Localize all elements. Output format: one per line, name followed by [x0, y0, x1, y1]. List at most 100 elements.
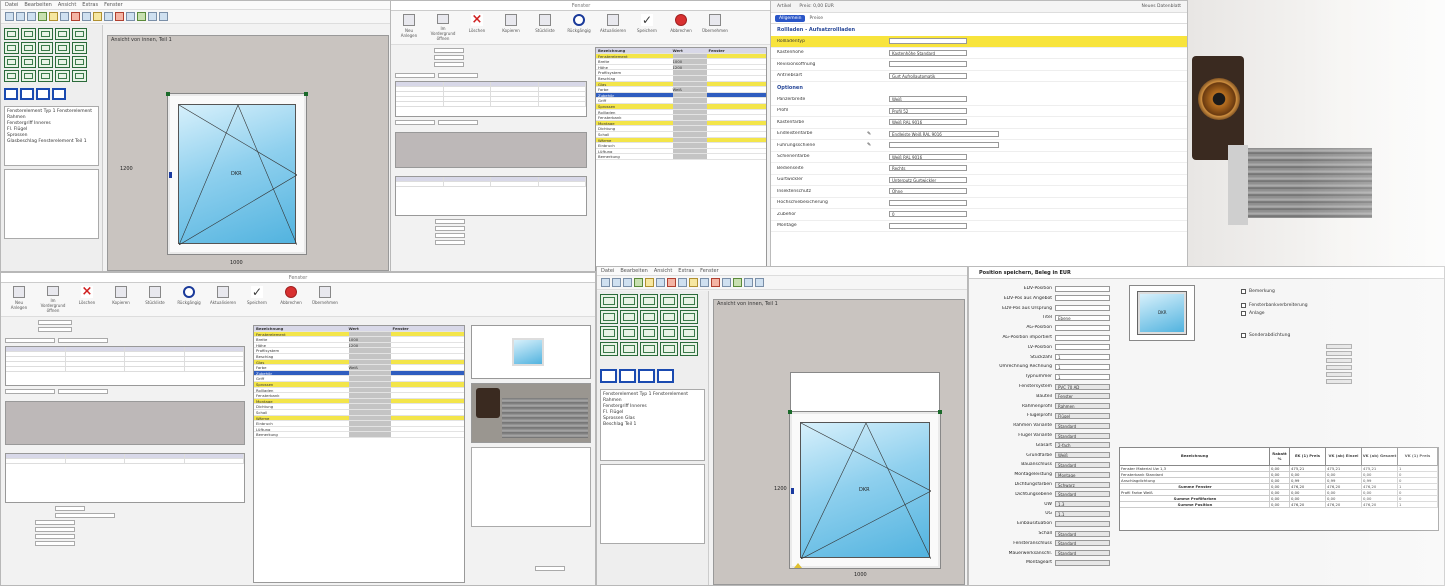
config-field[interactable]: 1 [1055, 363, 1110, 370]
property-value[interactable] [348, 381, 391, 387]
redo-icon[interactable] [755, 278, 764, 287]
corner-marker[interactable] [304, 92, 308, 96]
config-field[interactable]: Standard [1055, 540, 1110, 547]
form-field[interactable] [38, 327, 72, 332]
window-type-icon[interactable] [4, 70, 19, 82]
window-type-icon[interactable] [21, 70, 36, 82]
new-button[interactable]: Neu Anlegen [397, 14, 421, 41]
config-field[interactable] [1055, 305, 1110, 312]
property-value[interactable] [348, 404, 391, 409]
property-value[interactable] [348, 353, 391, 359]
window-type-icon[interactable] [72, 28, 87, 40]
menu-item[interactable]: Extras [678, 267, 694, 275]
profile-icon[interactable] [689, 278, 698, 287]
cancel-button[interactable]: Abbrechen [279, 286, 303, 313]
property-value[interactable] [672, 143, 707, 148]
check-special-seal[interactable]: Sonderabdichtung [1241, 333, 1290, 338]
window-type-icon[interactable] [660, 310, 678, 324]
tool-icon[interactable] [115, 12, 124, 21]
window-type-icon[interactable] [600, 310, 618, 324]
field-select[interactable] [889, 38, 967, 45]
config-field[interactable]: Weiß [1055, 452, 1110, 459]
open-icon[interactable] [16, 12, 25, 21]
window-type-icon[interactable] [600, 342, 618, 356]
delete-icon[interactable] [71, 12, 80, 21]
field-select[interactable]: Weiß RAL 9016 [889, 119, 967, 126]
config-field[interactable]: Standard [1055, 461, 1110, 468]
property-value[interactable]: Weiß [672, 87, 707, 92]
window-type-icon[interactable] [21, 56, 36, 68]
property-value[interactable]: 1000 [672, 59, 707, 64]
refresh-button[interactable]: Aktualisieren [210, 286, 236, 313]
form-field[interactable] [58, 338, 108, 343]
form-field[interactable] [55, 513, 115, 518]
form-field[interactable] [55, 506, 85, 511]
new-icon[interactable] [601, 278, 610, 287]
table-row[interactable] [6, 459, 244, 464]
price-row[interactable]: Summe Position 0,00 476,20 476,20 476,20 1 [1120, 502, 1438, 508]
window-type-icon[interactable] [620, 342, 638, 356]
config-field[interactable]: 1 [1055, 354, 1110, 361]
window-type-icon[interactable] [600, 326, 618, 340]
config-field[interactable]: Standard [1055, 550, 1110, 557]
property-row[interactable]: Bemerkung [254, 432, 464, 438]
menu-item[interactable]: Datei [601, 267, 614, 275]
checkbox[interactable] [1241, 303, 1246, 308]
window-type-icon[interactable] [55, 56, 70, 68]
undo-button[interactable]: Rückgängig [567, 14, 591, 41]
corner-marker[interactable] [938, 410, 942, 414]
profile-icon[interactable] [93, 12, 102, 21]
frame-icon[interactable] [634, 278, 643, 287]
property-value[interactable] [672, 81, 707, 87]
field-select[interactable]: Rechts [889, 165, 967, 172]
config-field[interactable] [1055, 324, 1110, 331]
handle-marker[interactable] [169, 172, 172, 178]
form-field[interactable] [5, 338, 55, 343]
property-value[interactable] [672, 70, 707, 75]
config-field[interactable] [1055, 295, 1110, 302]
frame-icon[interactable] [38, 12, 47, 21]
tab-prices[interactable]: Preise [809, 16, 823, 21]
frame-shape-icon[interactable] [657, 369, 674, 383]
field-select[interactable] [889, 199, 967, 206]
drawing-canvas[interactable]: Ansicht von innen, Teil 1 DKR 1000 1200 [107, 35, 389, 271]
field-select[interactable] [889, 142, 999, 149]
frame-shape-icon[interactable] [4, 88, 18, 100]
property-value[interactable] [672, 154, 707, 159]
config-field[interactable]: Schwarz [1055, 481, 1110, 488]
glass-pane[interactable]: DKR [800, 422, 931, 559]
window-type-icon[interactable] [660, 294, 678, 308]
config-field[interactable]: Ebene [1055, 314, 1110, 321]
property-value[interactable] [348, 398, 391, 404]
shutter-box-drawing[interactable] [790, 372, 940, 412]
property-value[interactable] [672, 75, 707, 81]
glass-icon[interactable] [60, 12, 69, 21]
table-row[interactable] [6, 367, 244, 372]
frame-shape-icon[interactable] [600, 369, 617, 383]
save-button[interactable]: ✓ Speichern [245, 286, 269, 313]
form-field[interactable] [35, 527, 75, 532]
edit-icon[interactable]: ✎ [867, 131, 889, 137]
config-field[interactable]: 2-fach [1055, 442, 1110, 449]
window-type-icon[interactable] [620, 310, 638, 324]
cancel-button[interactable]: Abbrechen [669, 14, 693, 41]
property-value[interactable] [348, 432, 391, 437]
property-value[interactable] [672, 53, 707, 59]
window-type-icon[interactable] [620, 294, 638, 308]
new-icon[interactable] [5, 12, 14, 21]
form-field[interactable] [5, 389, 55, 394]
property-value[interactable] [672, 148, 707, 154]
config-field[interactable]: Montage [1055, 471, 1110, 478]
form-field[interactable] [1326, 344, 1352, 349]
config-field[interactable]: Standard [1055, 432, 1110, 439]
property-value[interactable] [348, 370, 391, 376]
property-value[interactable]: 1200 [672, 64, 707, 70]
grid-icon[interactable] [733, 278, 742, 287]
form-field[interactable] [1326, 365, 1352, 370]
field-select[interactable]: Weiß RAL 9016 [889, 153, 967, 160]
tool-icon[interactable] [711, 278, 720, 287]
property-value[interactable] [672, 109, 707, 115]
config-field[interactable] [1055, 344, 1110, 351]
window-type-icon[interactable] [640, 310, 658, 324]
delete-icon[interactable] [667, 278, 676, 287]
